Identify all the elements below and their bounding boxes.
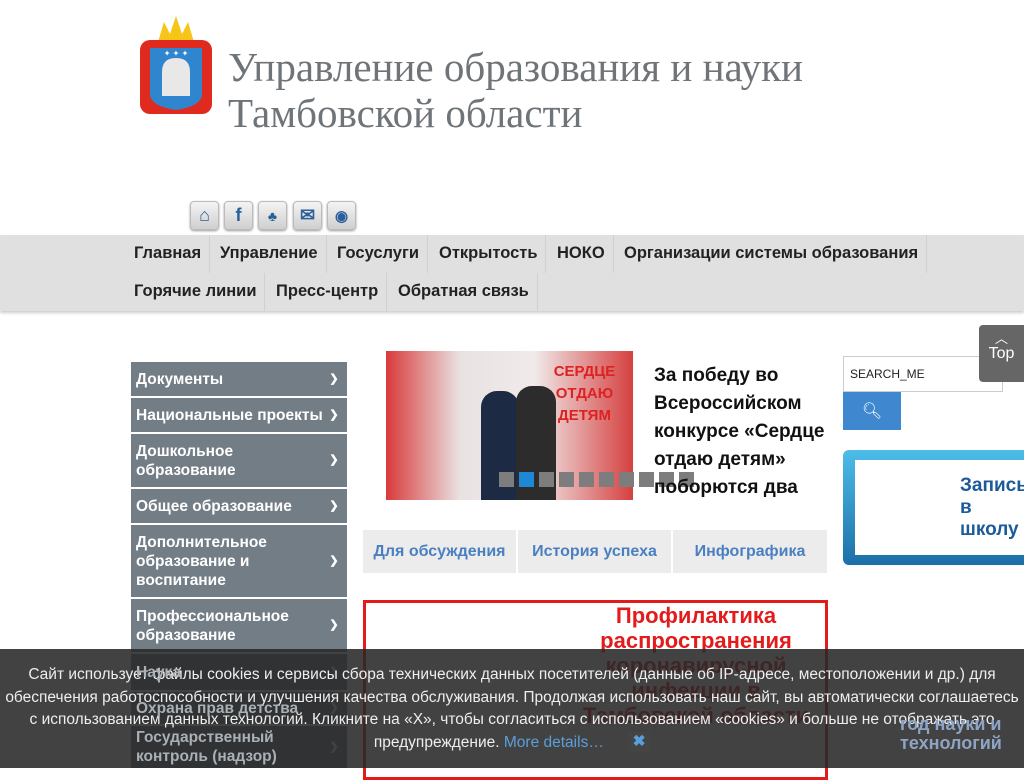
sidebar-item-national-projects[interactable]: Национальные проекты ❯ [131,398,347,432]
cookie-more-details-link[interactable]: More details… [504,734,604,751]
sidebar-label: Государственный контроль (надзор) [136,729,277,765]
search-icon: 🔍︎ [861,403,883,420]
slider-dot[interactable] [619,472,634,487]
top-label: Top [988,345,1015,362]
sidebar-label: Дошкольное образование [136,442,236,479]
facebook-icon[interactable]: f [224,201,253,230]
slide-headline[interactable]: За победу во Всероссийском конкурсе «Сер… [654,362,839,502]
sidebar-item-general[interactable]: Общее образование ❯ [131,489,347,523]
slider-dot[interactable] [599,472,614,487]
chevron-down-icon: ❯ [329,372,339,385]
slider-dot[interactable] [579,472,594,487]
home-icon[interactable]: ⌂ [190,201,219,230]
chevron-down-icon: ❯ [329,408,339,421]
sitemap-icon[interactable]: ♣ [258,201,287,230]
tab-infographics[interactable]: Инфографика [673,530,827,573]
tab-discussion[interactable]: Для обсуждения [363,530,516,573]
slider-dot[interactable] [639,472,654,487]
slider-dot[interactable] [519,472,534,487]
sidebar-item-documents[interactable]: Документы ❯ [131,362,347,396]
nav-gosuslugi[interactable]: Госуслуги [329,235,428,273]
chevron-down-icon: ❯ [329,554,339,567]
search-button[interactable]: 🔍︎ [843,392,901,430]
chevron-down-icon: ❯ [329,619,339,631]
nav-home[interactable]: Главная [126,235,211,273]
tab-success-story[interactable]: История успеха [518,530,671,573]
science-logo-text: год науки и технологий [900,714,1002,753]
sidebar-label: Профессиональное образование [136,607,289,644]
main-nav: Главная Управление Госуслуги Открытость … [0,235,1024,311]
sidebar-label: Наука [136,663,181,681]
sidebar-item-preschool[interactable]: Дошкольное образование ❯ [131,434,347,487]
sidebar-label: Общее образование [136,497,292,515]
sidebar-label: Национальные проекты [136,406,323,424]
slider-dot[interactable] [539,472,554,487]
nav-press-center[interactable]: Пресс-центр [268,273,388,311]
chevron-up-icon: ︿ [994,331,1008,346]
school-enrollment-banner[interactable]: Запись в школу [843,450,1024,565]
mail-icon[interactable]: ✉ [293,201,322,230]
nav-organizations[interactable]: Организации системы образования [616,235,928,273]
eye-icon[interactable]: ◉ [327,201,356,230]
nav-hotlines[interactable]: Горячие линии [126,273,266,311]
chevron-down-icon: ❯ [329,499,339,512]
scroll-top-button[interactable]: ︿ Top [979,325,1024,382]
sidebar-label: Дополнительное образование и воспитание [136,533,267,589]
coat-of-arms-logo[interactable]: ✦ ✦ ✦ [136,14,216,116]
cookie-close-button[interactable]: ✖ [628,732,651,753]
svg-text:✦ ✦ ✦: ✦ ✦ ✦ [164,49,189,58]
sidebar-item-additional[interactable]: Дополнительное образование и воспитание ❯ [131,525,347,597]
sidebar-label: Охрана прав детства [136,699,299,717]
nav-openness[interactable]: Открытость [431,235,547,273]
slider-dot[interactable] [499,472,514,487]
chevron-down-icon: ❯ [329,454,339,466]
site-title: Управление образования и науки Тамбовско… [228,44,804,136]
school-banner-text: Запись в школу [960,474,1024,540]
nav-management[interactable]: Управление [212,235,327,273]
slider-dot[interactable] [559,472,574,487]
sidebar-label: Документы [136,370,224,388]
sidebar-item-professional[interactable]: Профессиональное образование ❯ [131,599,347,652]
nav-feedback[interactable]: Обратная связь [390,273,538,311]
nav-noko[interactable]: НОКО [549,235,614,273]
